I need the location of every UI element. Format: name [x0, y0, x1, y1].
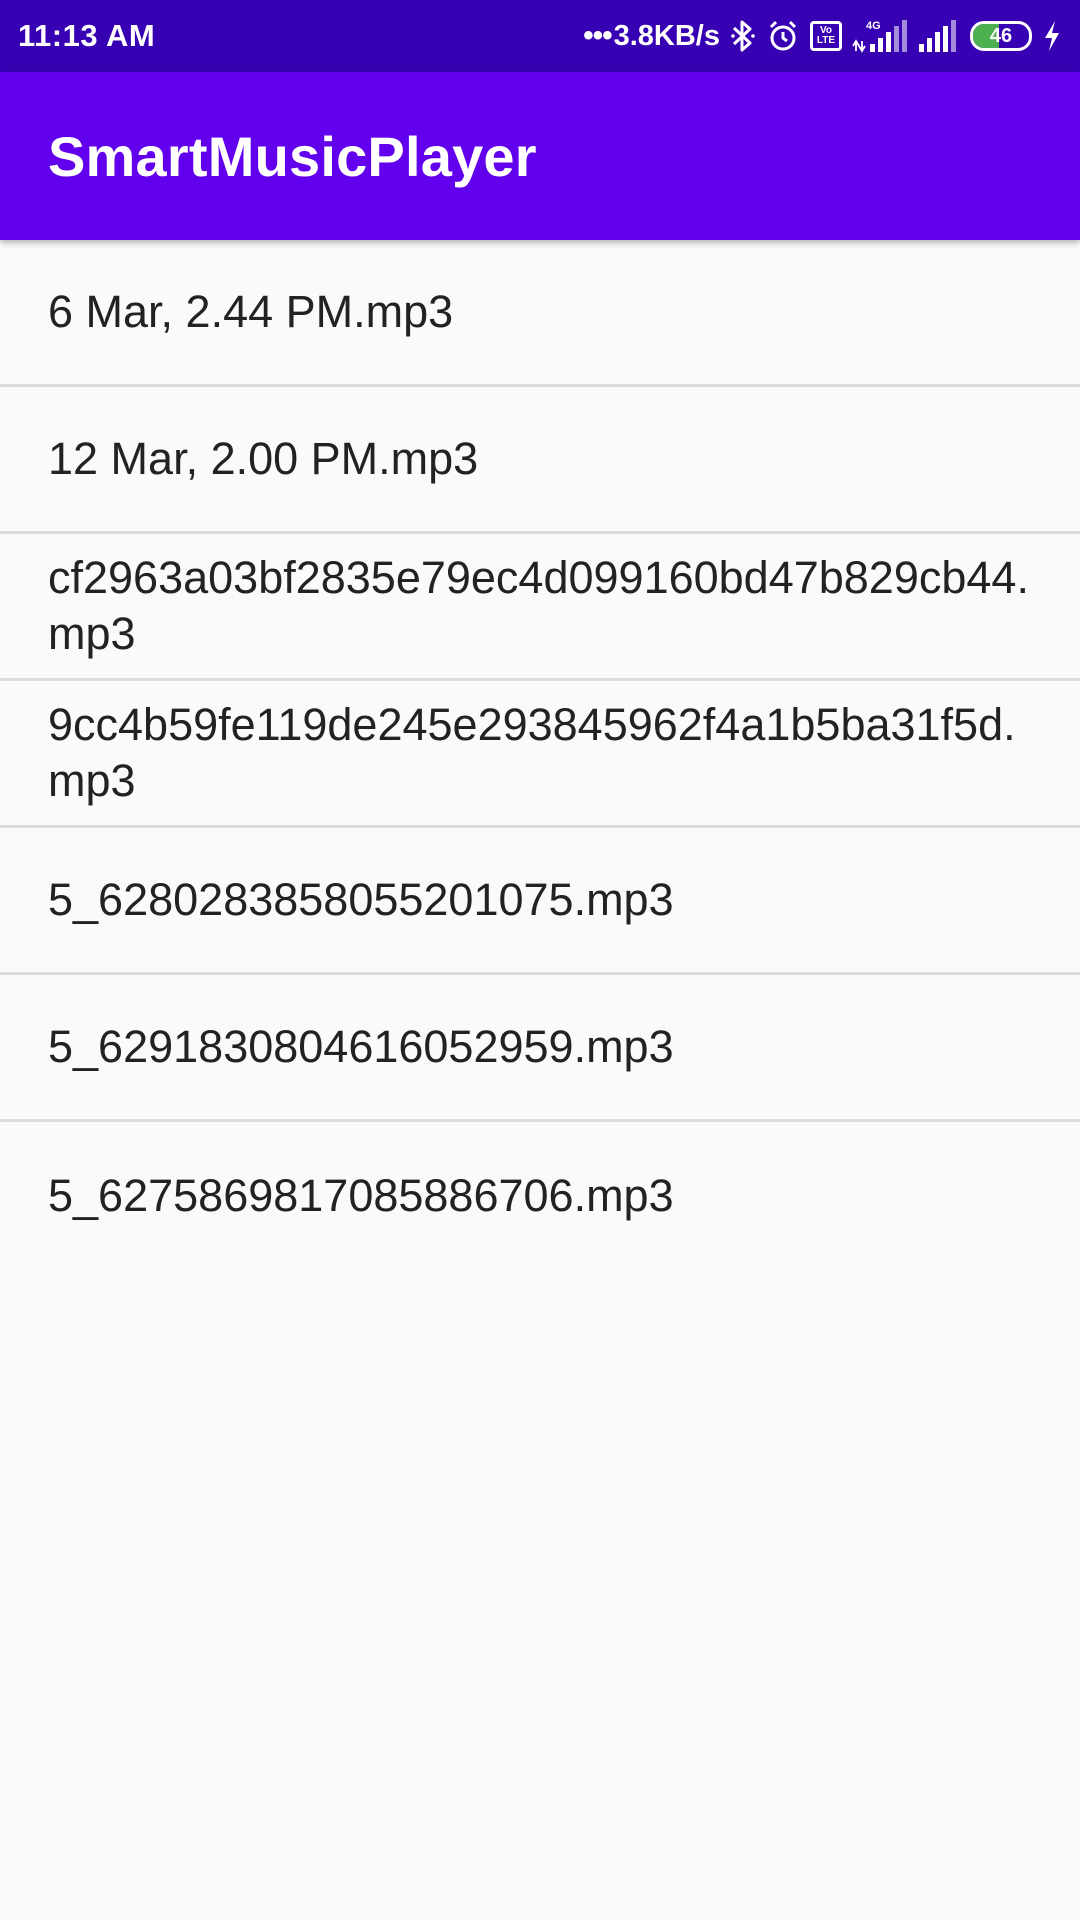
app-bar: SmartMusicPlayer	[0, 72, 1080, 240]
song-name: 5_6280283858055201075.mp3	[48, 874, 674, 925]
song-item[interactable]: 5_6280283858055201075.mp3	[0, 828, 1080, 975]
song-item[interactable]: 5_6275869817085886706.mp3	[0, 1122, 1080, 1269]
battery-level: 46	[989, 24, 1013, 47]
network-speed-value: 3.8KB/s	[613, 19, 720, 52]
song-item[interactable]: 12 Mar, 2.00 PM.mp3	[0, 387, 1080, 534]
song-name: 6 Mar, 2.44 PM.mp3	[48, 286, 454, 337]
network-speed: ••• 3.8KB/s	[583, 19, 720, 53]
song-item[interactable]: 6 Mar, 2.44 PM.mp3	[0, 240, 1080, 387]
alarm-icon	[766, 19, 800, 53]
app-title: SmartMusicPlayer	[48, 124, 537, 188]
status-time: 11:13 AM	[18, 18, 156, 53]
volte-icon: Vo LTE	[810, 21, 842, 51]
bluetooth-icon	[730, 19, 756, 53]
song-name: cf2963a03bf2835e79ec4d099160bd47b829cb44…	[48, 552, 1029, 659]
notification-dots: •••	[583, 19, 612, 52]
battery-icon: 46	[970, 21, 1032, 51]
status-bar: 11:13 AM ••• 3.8KB/s Vo LTE 4G 46	[0, 0, 1080, 72]
song-item[interactable]: cf2963a03bf2835e79ec4d099160bd47b829cb44…	[0, 534, 1080, 681]
status-icons: ••• 3.8KB/s Vo LTE 4G 46	[583, 19, 1062, 53]
signal-icon	[918, 19, 960, 53]
song-name: 12 Mar, 2.00 PM.mp3	[48, 433, 479, 484]
song-list: 6 Mar, 2.44 PM.mp3 12 Mar, 2.00 PM.mp3 c…	[0, 240, 1080, 1269]
song-item[interactable]: 9cc4b59fe119de245e293845962f4a1b5ba31f5d…	[0, 681, 1080, 828]
song-name: 5_6291830804616052959.mp3	[48, 1021, 674, 1072]
network-type-label: 4G	[866, 20, 881, 32]
signal-4g-icon: 4G	[852, 19, 908, 53]
song-name: 5_6275869817085886706.mp3	[48, 1169, 674, 1221]
song-name: 9cc4b59fe119de245e293845962f4a1b5ba31f5d…	[48, 699, 1016, 806]
song-item[interactable]: 5_6291830804616052959.mp3	[0, 975, 1080, 1122]
charging-icon	[1042, 19, 1062, 53]
